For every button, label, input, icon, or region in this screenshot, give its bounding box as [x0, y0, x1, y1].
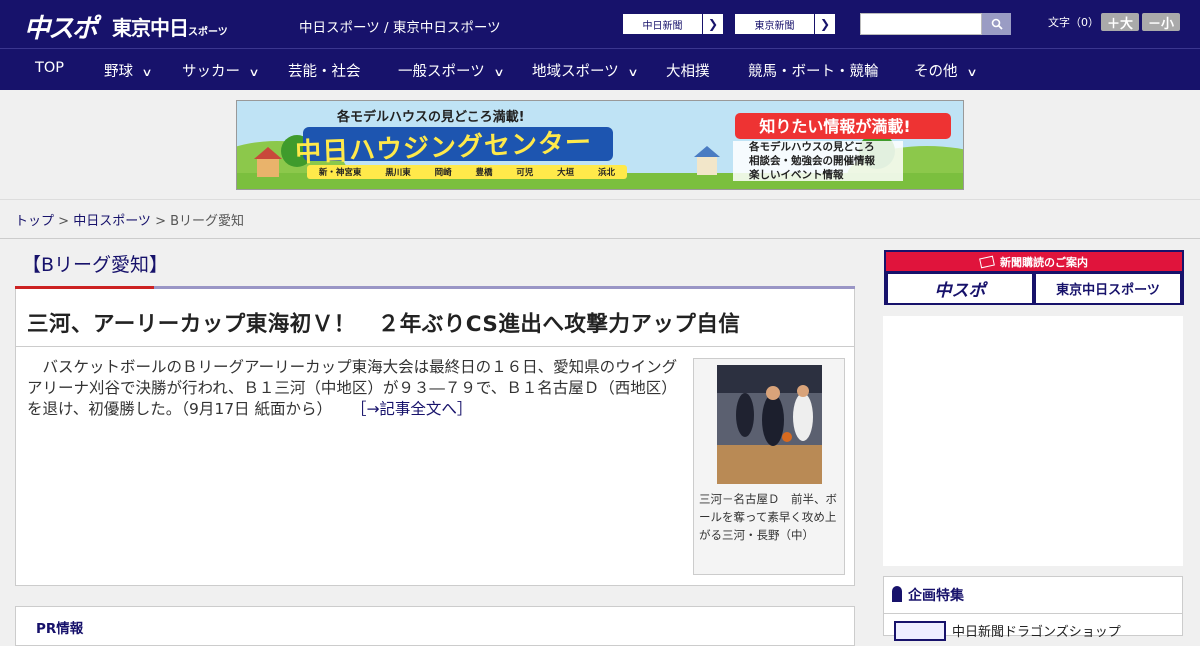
ad-point-2: 相談会・勉強会の開催情報 [749, 155, 875, 167]
feature-item-link[interactable]: 中日新聞ドラゴンズショップ [952, 621, 1121, 640]
subscription-header: 新聞購読のご案内 [886, 252, 1182, 271]
nav-label: 地域スポーツ [532, 64, 619, 80]
subscribe-chuspo-button[interactable]: 中スポ [888, 274, 1032, 303]
read-more-link[interactable]: ［→記事全文へ］ [351, 400, 473, 418]
tokyo-shimbun-label: 東京新聞 [735, 14, 815, 34]
tokyo-chunichi-logo[interactable]: 東京中日スポーツ [112, 12, 228, 41]
ad-location: 浜北 [597, 168, 615, 178]
nav-general-sports[interactable]: 一般スポーツ ∨ [398, 60, 505, 81]
nav-label: TOP [35, 60, 65, 76]
chevron-down-icon: ∨ [141, 66, 153, 79]
chevron-right-icon: ❯ [707, 17, 719, 31]
ad-location: 黒川東 [385, 168, 411, 178]
breadcrumb-separator: > [150, 214, 171, 229]
ad-point-1: 各モデルハウスの見どころ [749, 141, 875, 153]
article-photo: 三河－名古屋Ｄ 前半、ボールを奪って素早く攻め上がる三河・長野（中） [693, 358, 845, 575]
font-larger-button[interactable]: ＋大 [1101, 13, 1139, 32]
article-body: バスケットボールのＢリーグアーリーカップ東海大会は最終日の１６日、愛知県のウイン… [27, 357, 687, 420]
chunichi-shimbun-label: 中日新聞 [623, 14, 703, 34]
nav-local-sports[interactable]: 地域スポーツ ∨ [532, 60, 639, 81]
nav-label: その他 [914, 64, 958, 80]
chevron-down-icon: ∨ [627, 66, 639, 79]
search-button[interactable] [982, 13, 1011, 35]
font-size-label: 文字（0） [1048, 16, 1099, 29]
subscription-box: 新聞購読のご案内 中スポ 東京中日スポーツ [884, 250, 1184, 305]
nav-sumo[interactable]: 大相撲 [666, 60, 710, 81]
feature-header: 企画特集 [892, 585, 964, 605]
search-icon [991, 18, 1003, 30]
article-title: 三河、アーリーカップ東海初Ｖ！ ２年ぶりCS進出へ攻撃力アップ自信 [16, 289, 854, 347]
chevron-down-icon: ∨ [493, 66, 505, 79]
ad-location: 豊橋 [475, 168, 493, 178]
chevron-down-icon: ∨ [248, 66, 260, 79]
basketball-photo[interactable] [717, 365, 822, 484]
newspaper-icon [979, 255, 995, 268]
nav-label: 芸能・社会 [288, 64, 361, 80]
article-card: 三河、アーリーカップ東海初Ｖ！ ２年ぶりCS進出へ攻撃力アップ自信 バスケットボ… [15, 289, 855, 586]
chevron-right-icon: ❯ [819, 17, 831, 31]
feature-title: 企画特集 [908, 588, 964, 604]
breadcrumb-chunichi-sports[interactable]: 中日スポーツ [73, 214, 151, 229]
tokyo-shimbun-button[interactable]: 東京新聞 ❯ [734, 13, 836, 35]
ribbon-icon [892, 586, 902, 602]
breadcrumb-divider [0, 238, 1200, 239]
subscribe-tokyo-button[interactable]: 東京中日スポーツ [1036, 274, 1180, 303]
site-name-link[interactable]: 中日スポーツ / 東京中日スポーツ [299, 16, 501, 36]
feature-divider [884, 613, 1182, 614]
housing-center-ad[interactable]: 各モデルハウスの見どころ満載! 中日ハウジングセンター 知りたい情報が満載! 各… [236, 100, 964, 190]
search-input[interactable] [860, 13, 982, 35]
photo-caption: 三河－名古屋Ｄ 前半、ボールを奪って素早く攻め上がる三河・長野（中） [699, 492, 837, 542]
breadcrumb: トップ > 中日スポーツ > Bリーグ愛知 [15, 210, 244, 229]
chuspo-logo[interactable]: 中スポ [24, 8, 98, 45]
sidebar-ad-slot [883, 316, 1183, 566]
breadcrumb-current: Bリーグ愛知 [170, 214, 245, 229]
photo-illustration [717, 365, 822, 484]
nav-label: サッカー [182, 64, 240, 80]
ad-point-3: 楽しいイベント情報 [749, 169, 844, 181]
chevron-down-icon: ∨ [965, 66, 978, 79]
ad-location: 大垣 [557, 168, 575, 178]
main-nav: TOP 野球 ∨ サッカー ∨ 芸能・社会 一般スポーツ ∨ 地域スポーツ ∨ 大相撲 … [0, 48, 1200, 90]
tokyo-logo-text: 東京中日 [112, 16, 189, 40]
nav-label: 一般スポーツ [398, 64, 485, 80]
top-header: 中スポ 東京中日スポーツ 中日スポーツ / 東京中日スポーツ 中日新聞 ❯ 東京… [0, 0, 1200, 48]
nav-label: 野球 [104, 64, 133, 80]
nav-entertainment[interactable]: 芸能・社会 [288, 60, 361, 81]
ad-locations: 新・神宮東 黒川東 岡崎 豊橋 可児 大垣 浜北 [307, 166, 627, 178]
nav-others[interactable]: その他 ∨ [914, 60, 978, 81]
nav-label: 競馬・ボート・競輪 [748, 64, 879, 80]
ad-location: 岡崎 [434, 168, 452, 178]
font-smaller-button[interactable]: －小 [1142, 13, 1180, 32]
ad-catch: 知りたい情報が満載! [759, 117, 911, 136]
pr-label: PR情報 [36, 621, 84, 637]
pr-section: PR情報 [15, 606, 855, 646]
breadcrumb-top[interactable]: トップ [15, 214, 54, 229]
nav-racing[interactable]: 競馬・ボート・競輪 [748, 60, 879, 81]
ad-area: 各モデルハウスの見どころ満載! 中日ハウジングセンター 知りたい情報が満載! 各… [0, 90, 1200, 200]
tokyo-logo-small: スポーツ [188, 27, 228, 38]
subscription-title: 新聞購読のご案内 [1000, 255, 1088, 269]
category-title: 【Bリーグ愛知】 [22, 254, 169, 276]
feature-box: 企画特集 中日新聞ドラゴンズショップ [883, 576, 1183, 641]
search-box [860, 13, 1011, 35]
nav-soccer[interactable]: サッカー ∨ [182, 60, 260, 81]
breadcrumb-separator: > [54, 214, 74, 229]
nav-top[interactable]: TOP [35, 60, 64, 76]
ad-location: 可児 [516, 168, 534, 178]
ad-headline: 各モデルハウスの見どころ満載! [337, 110, 525, 125]
chunichi-shimbun-button[interactable]: 中日新聞 ❯ [622, 13, 724, 35]
nav-baseball[interactable]: 野球 ∨ [104, 60, 153, 81]
feature-thumbnail[interactable] [894, 621, 946, 641]
nav-label: 大相撲 [666, 64, 710, 80]
ad-location: 新・神宮東 [318, 168, 362, 178]
